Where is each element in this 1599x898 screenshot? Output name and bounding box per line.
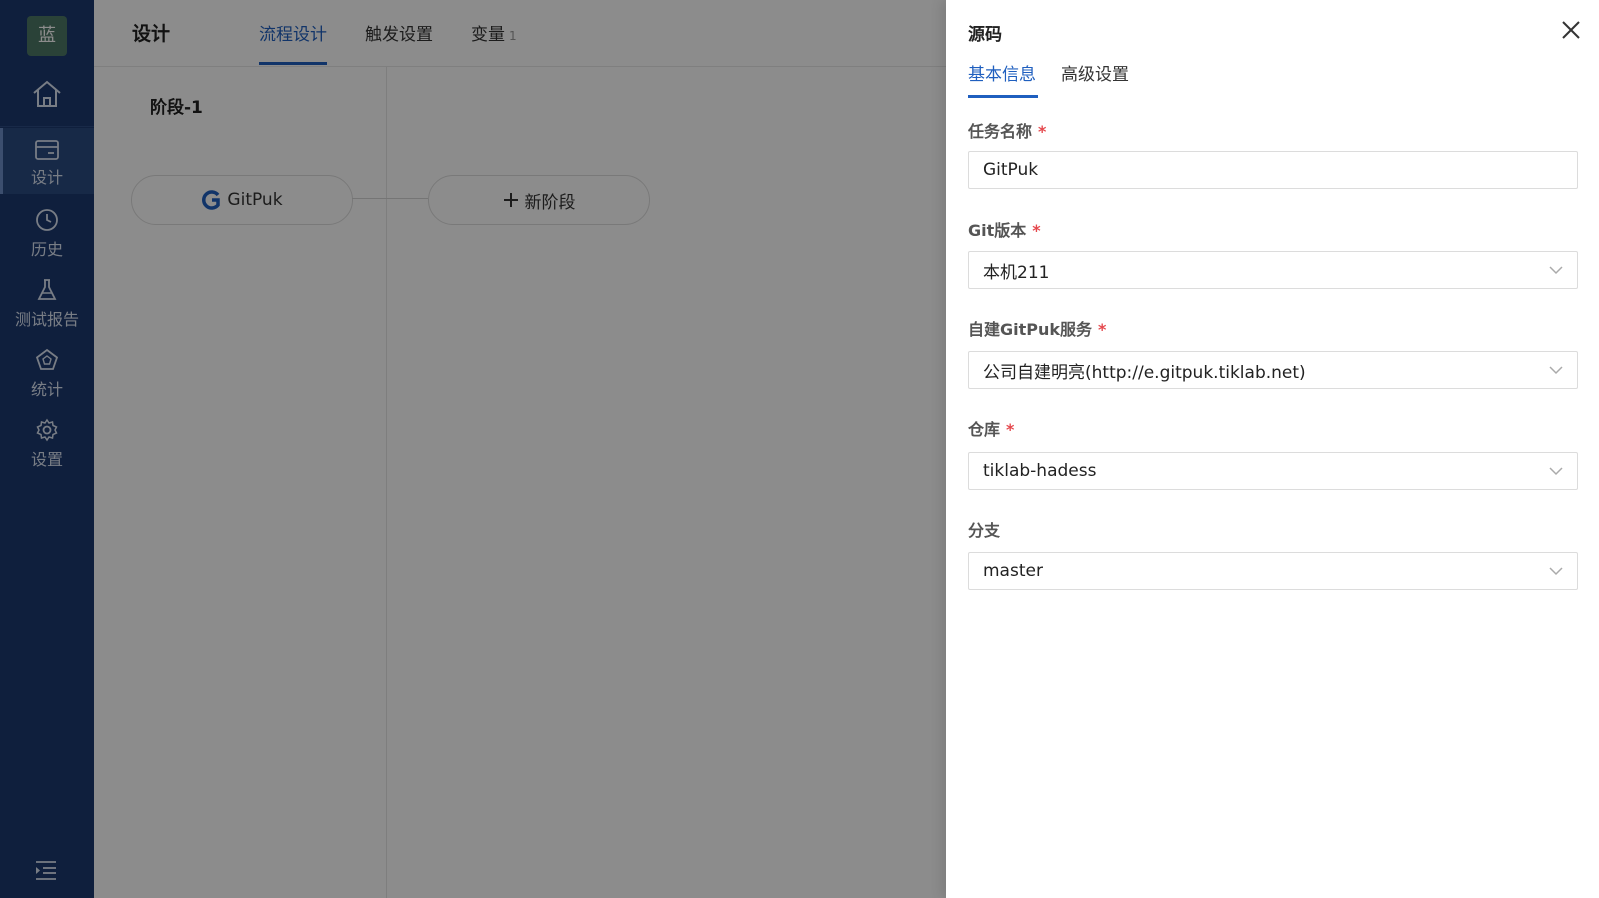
tab-basic-info[interactable]: 基本信息 bbox=[968, 60, 1036, 85]
modal-overlay[interactable] bbox=[0, 0, 946, 898]
drawer-active-tab-indicator bbox=[968, 95, 1038, 98]
chevron-down-icon bbox=[1549, 265, 1563, 275]
chevron-down-icon bbox=[1549, 566, 1563, 576]
git-version-label-text: Git版本 bbox=[968, 221, 1027, 240]
required-mark: * bbox=[1098, 320, 1107, 339]
repository-label: 仓库 * bbox=[968, 416, 1014, 440]
task-name-label-text: 任务名称 bbox=[968, 122, 1033, 141]
task-name-input[interactable]: GitPuk bbox=[968, 151, 1578, 189]
branch-value: master bbox=[983, 561, 1043, 581]
chevron-down-icon bbox=[1549, 466, 1563, 476]
required-mark: * bbox=[1006, 420, 1015, 439]
gitpuk-service-label-text: 自建GitPuk服务 bbox=[968, 320, 1093, 339]
chevron-down-icon bbox=[1549, 365, 1563, 375]
drawer-title: 源码 bbox=[968, 25, 1002, 45]
repository-value: tiklab-hadess bbox=[983, 461, 1097, 481]
git-version-label: Git版本 * bbox=[968, 217, 1041, 241]
task-name-value: GitPuk bbox=[983, 160, 1039, 180]
gitpuk-service-label: 自建GitPuk服务 * bbox=[968, 316, 1106, 340]
task-name-label: 任务名称 * bbox=[968, 118, 1046, 142]
required-mark: * bbox=[1032, 221, 1041, 240]
repository-select[interactable]: tiklab-hadess bbox=[968, 452, 1578, 490]
branch-select[interactable]: master bbox=[968, 552, 1578, 590]
gitpuk-service-select[interactable]: 公司自建明亮(http://e.gitpuk.tiklab.net) bbox=[968, 351, 1578, 389]
tab-advanced-settings[interactable]: 高级设置 bbox=[1061, 60, 1129, 85]
gitpuk-service-value: 公司自建明亮(http://e.gitpuk.tiklab.net) bbox=[983, 362, 1306, 383]
close-icon bbox=[1562, 21, 1580, 39]
source-drawer: 源码 基本信息 高级设置 任务名称 * GitPuk Git版本 * 本机211 自… bbox=[946, 0, 1599, 898]
required-mark: * bbox=[1038, 122, 1047, 141]
git-version-value: 本机211 bbox=[983, 262, 1050, 283]
repository-label-text: 仓库 bbox=[968, 420, 1001, 439]
git-version-select[interactable]: 本机211 bbox=[968, 251, 1578, 289]
branch-label: 分支 bbox=[968, 517, 1000, 541]
close-button[interactable] bbox=[1561, 20, 1581, 40]
branch-label-text: 分支 bbox=[968, 521, 1001, 540]
